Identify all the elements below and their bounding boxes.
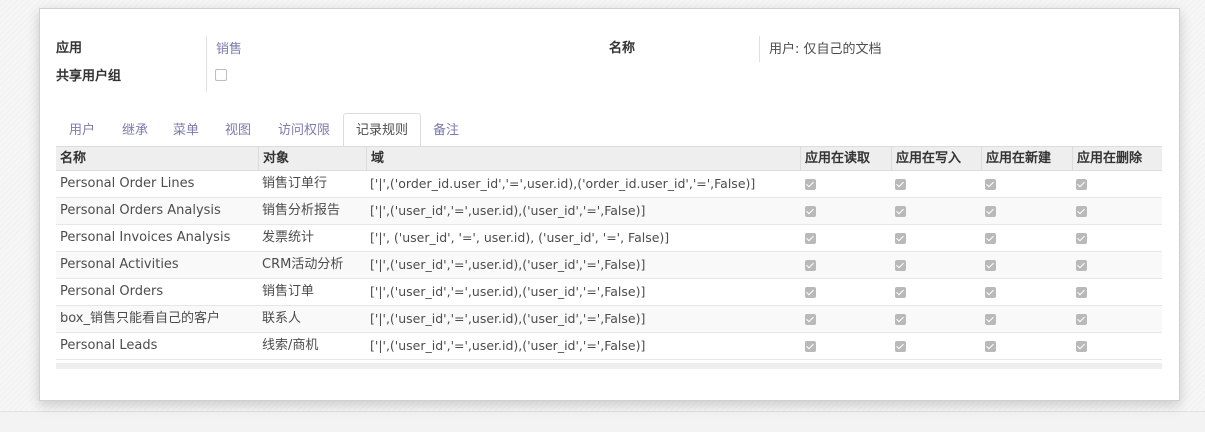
perm-write-checkbox[interactable] bbox=[895, 179, 906, 190]
perm-read-checkbox[interactable] bbox=[805, 341, 816, 352]
perm-read-checkbox[interactable] bbox=[805, 233, 816, 244]
perm-read-checkbox[interactable] bbox=[805, 206, 816, 217]
row-object: 销售分析报告 bbox=[262, 203, 341, 218]
row-object: 销售订单行 bbox=[262, 176, 328, 191]
app-label: 应用 bbox=[56, 41, 83, 56]
perm-write-checkbox[interactable] bbox=[895, 206, 906, 217]
field-separator bbox=[759, 36, 760, 62]
perm-create-checkbox[interactable] bbox=[985, 233, 996, 244]
table-row[interactable]: Personal Orders Analysis 销售分析报告 ['|',('u… bbox=[56, 198, 1162, 225]
name-label: 名称 bbox=[609, 41, 636, 56]
perm-create-checkbox[interactable] bbox=[985, 341, 996, 352]
tab-inherit[interactable]: 继承 bbox=[109, 113, 161, 146]
perm-unlink-checkbox[interactable] bbox=[1076, 206, 1087, 217]
perm-create-checkbox[interactable] bbox=[985, 260, 996, 271]
perm-unlink-checkbox[interactable] bbox=[1076, 314, 1087, 325]
notebook-tabs: 用户 继承 菜单 视图 访问权限 记录规则 备注 bbox=[56, 113, 1162, 147]
perm-read-checkbox[interactable] bbox=[805, 179, 816, 190]
shared-group-label: 共享用户组 bbox=[56, 69, 122, 84]
perm-read-checkbox[interactable] bbox=[805, 314, 816, 325]
table-row[interactable]: Personal Invoices Analysis 发票统计 ['|', ('… bbox=[56, 225, 1162, 252]
shared-group-checkbox[interactable] bbox=[215, 69, 227, 81]
header-perm-write[interactable]: 应用在写入 bbox=[891, 147, 981, 171]
perm-unlink-checkbox[interactable] bbox=[1076, 233, 1087, 244]
perm-unlink-checkbox[interactable] bbox=[1076, 260, 1087, 271]
table-row[interactable]: Personal Orders 销售订单 ['|',('user_id','='… bbox=[56, 279, 1162, 306]
header-perm-create[interactable]: 应用在新建 bbox=[981, 147, 1072, 171]
perm-write-checkbox[interactable] bbox=[895, 287, 906, 298]
perm-write-checkbox[interactable] bbox=[895, 233, 906, 244]
table-row[interactable]: box_销售只能看自己的客户 联系人 ['|',('user_id','=',u… bbox=[56, 306, 1162, 333]
header-name[interactable]: 名称 bbox=[56, 147, 258, 171]
app-value-link[interactable]: 销售 bbox=[216, 38, 242, 57]
row-object: 发票统计 bbox=[262, 230, 315, 245]
header-object[interactable]: 对象 bbox=[258, 147, 366, 171]
table-row[interactable]: Personal Activities CRM活动分析 ['|',('user_… bbox=[56, 252, 1162, 279]
row-domain: ['|', ('user_id', '=', user.id), ('user_… bbox=[370, 230, 670, 245]
table-header: 名称 对象 域 应用在读取 应用在写入 应用在新建 应用在删除 bbox=[56, 146, 1162, 171]
perm-unlink-checkbox[interactable] bbox=[1076, 287, 1087, 298]
row-domain: ['|',('user_id','=',user.id),('user_id',… bbox=[370, 284, 646, 299]
row-object: 联系人 bbox=[262, 311, 302, 326]
perm-create-checkbox[interactable] bbox=[985, 206, 996, 217]
table-row[interactable]: Personal Order Lines 销售订单行 ['|',('order_… bbox=[56, 171, 1162, 198]
row-name: Personal Invoices Analysis bbox=[60, 230, 231, 245]
perm-create-checkbox[interactable] bbox=[985, 179, 996, 190]
perm-unlink-checkbox[interactable] bbox=[1076, 179, 1087, 190]
perm-read-checkbox[interactable] bbox=[805, 260, 816, 271]
perm-read-checkbox[interactable] bbox=[805, 287, 816, 298]
tab-menus[interactable]: 菜单 bbox=[160, 113, 212, 146]
perm-create-checkbox[interactable] bbox=[985, 287, 996, 298]
perm-write-checkbox[interactable] bbox=[895, 260, 906, 271]
perm-unlink-checkbox[interactable] bbox=[1076, 341, 1087, 352]
tab-views[interactable]: 视图 bbox=[212, 113, 264, 146]
name-value[interactable]: 用户: 仅自己的文档 bbox=[769, 38, 882, 57]
tab-access-rights[interactable]: 访问权限 bbox=[265, 113, 343, 146]
header-perm-read[interactable]: 应用在读取 bbox=[800, 147, 891, 171]
header-domain[interactable]: 域 bbox=[366, 147, 800, 171]
row-object: 线索/商机 bbox=[262, 338, 319, 353]
tab-users[interactable]: 用户 bbox=[56, 113, 108, 146]
row-name: Personal Orders Analysis bbox=[60, 203, 221, 218]
row-name: Personal Order Lines bbox=[60, 176, 195, 191]
table-footer bbox=[56, 363, 1162, 369]
tab-record-rules[interactable]: 记录规则 bbox=[343, 113, 422, 147]
field-separator bbox=[206, 36, 207, 92]
row-object: CRM活动分析 bbox=[262, 257, 344, 272]
perm-write-checkbox[interactable] bbox=[895, 314, 906, 325]
perm-write-checkbox[interactable] bbox=[895, 341, 906, 352]
row-object: 销售订单 bbox=[262, 284, 315, 299]
perm-create-checkbox[interactable] bbox=[985, 314, 996, 325]
row-domain: ['|',('user_id','=',user.id),('user_id',… bbox=[370, 338, 646, 353]
row-name: Personal Orders bbox=[60, 284, 164, 299]
table-row[interactable]: Personal Leads 线索/商机 ['|',('user_id','='… bbox=[56, 333, 1162, 360]
form-sheet: 应用 销售 共享用户组 名称 用户: 仅自己的文档 用户 继承 菜单 视图 访问… bbox=[39, 8, 1180, 401]
tab-notes[interactable]: 备注 bbox=[420, 113, 472, 146]
row-name: Personal Leads bbox=[60, 338, 158, 353]
row-name: Personal Activities bbox=[60, 257, 179, 272]
row-domain: ['|',('user_id','=',user.id),('user_id',… bbox=[370, 203, 646, 218]
header-perm-unlink[interactable]: 应用在删除 bbox=[1072, 147, 1162, 171]
row-domain: ['|',('order_id.user_id','=',user.id),('… bbox=[370, 176, 756, 191]
row-domain: ['|',('user_id','=',user.id),('user_id',… bbox=[370, 257, 646, 272]
row-name: box_销售只能看自己的客户 bbox=[60, 311, 220, 326]
bottom-bar bbox=[0, 411, 1205, 432]
row-domain: ['|',('user_id','=',user.id),('user_id',… bbox=[370, 311, 646, 326]
